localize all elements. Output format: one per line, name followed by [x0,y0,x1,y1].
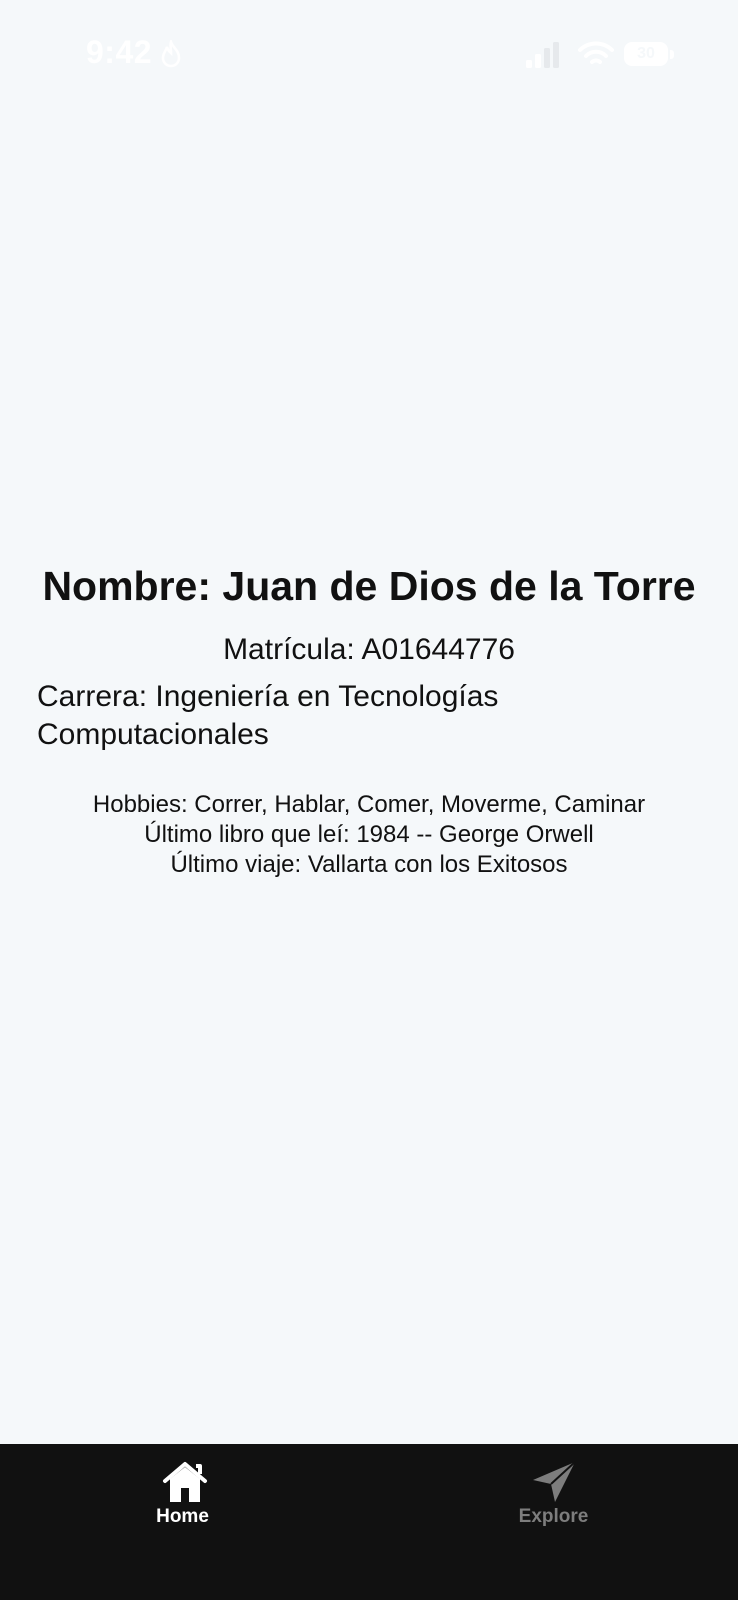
status-bar: 9:42 30 [0,0,738,110]
wifi-icon [578,41,614,64]
bottom-tab-bar: Home Explore [0,1444,738,1600]
battery-level: 30 [637,45,655,62]
profile-details: Hobbies: Correr, Hablar, Comer, Moverme,… [0,790,738,880]
tab-home[interactable]: Home [0,1444,369,1544]
tab-explore[interactable]: Explore [369,1444,738,1544]
profile-carrera: Carrera: Ingeniería en Tecnologías Compu… [37,680,499,751]
tab-home-label: Home [156,1506,209,1527]
profile-name: Nombre: Juan de Dios de la Torre [42,563,696,609]
profile-ultimo-viaje: Último viaje: Vallarta con los Exitosos [170,851,568,878]
profile-hobbies: Hobbies: Correr, Hablar, Comer, Moverme,… [92,791,646,818]
profile-matricula: Matrícula: A01644776 [223,633,515,666]
cellular-signal-icon [526,42,559,68]
status-time: 9:42 [86,34,153,70]
flame-icon [161,40,181,68]
battery-icon: 30 [624,40,676,68]
profile-ultimo-libro: Último libro que leí: 1984 -- George Orw… [144,821,594,848]
home-icon [162,1462,207,1502]
paper-plane-icon [532,1461,576,1502]
tab-explore-label: Explore [518,1506,589,1527]
